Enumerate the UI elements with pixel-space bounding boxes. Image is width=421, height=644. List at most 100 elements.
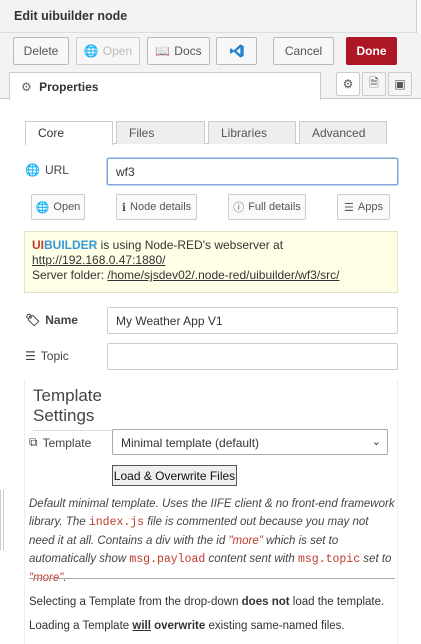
- name-input[interactable]: My Weather App V1: [107, 307, 398, 334]
- chevron-down-icon: ⌄: [371, 436, 381, 448]
- gear-icon: ⚙: [21, 80, 32, 94]
- description-button[interactable]: 🗎: [362, 72, 386, 96]
- template-select[interactable]: Minimal template (default) ⌄: [112, 429, 388, 455]
- done-button[interactable]: Done: [346, 37, 397, 65]
- server-folder-row: Server folder: /home/sjsdev02/.node-red/…: [32, 268, 390, 283]
- book-icon: 📖: [155, 44, 171, 58]
- open-url-label: Open: [53, 201, 81, 213]
- tag-icon: 🏷: [25, 313, 41, 327]
- gear-icon: ⚙: [342, 77, 354, 91]
- tab-files-label: Files: [129, 126, 155, 140]
- tab-core[interactable]: Core: [25, 121, 113, 145]
- apps-button[interactable]: ☰ Apps: [337, 194, 390, 220]
- server-folder-link[interactable]: /home/sjsdev02/.node-red/uibuilder/wf3/s…: [107, 268, 339, 282]
- template-note-2: Loading a Template will overwrite existi…: [29, 620, 345, 632]
- subtabs: Core Files Libraries Advanced: [25, 120, 387, 145]
- template-select-value: Minimal template (default): [121, 436, 260, 450]
- globe-icon: 🌐: [25, 163, 40, 177]
- note2-text-a: Loading a Template: [29, 620, 133, 632]
- node-details-button[interactable]: ℹ Node details: [116, 194, 197, 220]
- server-folder-label: Server folder:: [32, 268, 108, 282]
- tab-files[interactable]: Files: [116, 121, 205, 144]
- desc-code-payload: msg.payload: [129, 553, 206, 566]
- tab-core-label: Core: [38, 126, 65, 140]
- node-settings-button[interactable]: ⚙: [336, 72, 360, 96]
- open-url-button[interactable]: 🌐 Open: [31, 194, 85, 220]
- properties-tabbar: ⚙ Properties ⚙ 🗎 ▣: [0, 69, 421, 100]
- tab-libraries-label: Libraries: [221, 126, 268, 140]
- tab-advanced-label: Advanced: [312, 126, 366, 140]
- tab-advanced[interactable]: Advanced: [299, 121, 387, 144]
- url-input-value: wf3: [116, 165, 135, 179]
- full-details-button[interactable]: ⓘ Full details: [228, 194, 306, 220]
- url-label: 🌐 URL: [25, 163, 69, 177]
- open-button[interactable]: 🌐 Open: [76, 37, 140, 65]
- docs-button-label: Docs: [174, 44, 202, 58]
- globe-icon: 🌐: [83, 44, 99, 58]
- tab-properties-label: Properties: [39, 80, 99, 94]
- load-overwrite-label: Load & Overwrite Files: [113, 468, 236, 483]
- topic-label-text: Topic: [40, 349, 69, 363]
- delete-button[interactable]: Delete: [13, 37, 69, 65]
- topic-input[interactable]: [107, 343, 398, 370]
- frame-icon: ▣: [394, 77, 406, 91]
- vscode-icon: [229, 44, 244, 58]
- dialog-title-text: Edit uibuilder node: [14, 9, 128, 23]
- url-label-text: URL: [44, 163, 69, 177]
- brand-ui: UI: [32, 238, 44, 252]
- properties-panel: Core Files Libraries Advanced 🌐 URL wf3 …: [0, 100, 421, 644]
- desc-code-index-js: index.js: [88, 516, 145, 529]
- dialog-title: Edit uibuilder node: [0, 0, 421, 33]
- toolbar: Delete 🌐 Open 📖 Docs Cancel Done: [0, 33, 421, 69]
- note1-text-a: Selecting a Template from the drop-down: [29, 596, 242, 608]
- info-circle-icon: ⓘ: [233, 202, 245, 214]
- globe-icon: 🌐: [35, 201, 50, 214]
- template-description: Default minimal template. Uses the IIFE …: [29, 495, 395, 587]
- desc-text-5: set to: [360, 553, 392, 565]
- apps-label: Apps: [357, 201, 383, 213]
- windows-icon: ⧉: [29, 435, 38, 449]
- open-button-label: Open: [102, 44, 133, 58]
- desc-text-4: content sent with: [205, 553, 298, 565]
- cancel-button[interactable]: Cancel: [273, 37, 334, 65]
- server-url-row: http://192.168.0.47:1880/: [32, 253, 390, 268]
- server-info-text: is using Node-RED's webserver at: [97, 238, 284, 252]
- url-input[interactable]: wf3: [107, 158, 398, 185]
- full-details-label: Full details: [248, 201, 301, 213]
- divider: [29, 578, 395, 579]
- name-label: 🏷 Name: [25, 313, 78, 327]
- done-button-label: Done: [356, 44, 387, 58]
- name-input-value: My Weather App V1: [116, 314, 223, 328]
- tab-libraries[interactable]: Libraries: [208, 121, 296, 144]
- note1-bold: does not: [241, 596, 290, 608]
- vscode-button[interactable]: [216, 37, 257, 65]
- titlebar-edge: [416, 0, 421, 33]
- desc-quote-1: "more": [228, 535, 263, 547]
- tab-properties[interactable]: ⚙ Properties: [9, 72, 321, 100]
- docs-button[interactable]: 📖 Docs: [147, 37, 210, 65]
- list-icon: ☰: [344, 201, 354, 214]
- server-info-line1: UIBUILDER is using Node-RED's webserver …: [32, 238, 390, 253]
- name-label-text: Name: [45, 313, 78, 327]
- note1-text-c: load the template.: [289, 596, 385, 608]
- cancel-button-label: Cancel: [284, 44, 323, 58]
- list-icon: ☰: [25, 349, 36, 363]
- load-overwrite-button[interactable]: Load & Overwrite Files: [112, 465, 237, 486]
- template-settings-title: Template Settings: [33, 386, 167, 431]
- template-label-text: Template: [42, 435, 92, 450]
- desc-code-topic: msg.topic: [297, 553, 361, 566]
- document-icon: 🗎: [369, 75, 379, 90]
- info-icon: ℹ: [121, 201, 127, 214]
- template-note-1: Selecting a Template from the drop-down …: [29, 596, 384, 608]
- brand-builder: BUILDER: [44, 238, 98, 252]
- server-url-link[interactable]: http://192.168.0.47:1880/: [32, 253, 165, 267]
- note2-underline: will: [132, 620, 151, 632]
- appearance-button[interactable]: ▣: [388, 72, 412, 96]
- server-info-box: UIBUILDER is using Node-RED's webserver …: [24, 231, 398, 293]
- template-settings-section: Template Settings ⧉ Template Minimal tem…: [24, 380, 398, 644]
- note2-bold: overwrite: [154, 620, 206, 632]
- resize-grip[interactable]: [0, 490, 4, 550]
- topic-label: ☰ Topic: [25, 349, 69, 363]
- node-details-label: Node details: [130, 201, 192, 213]
- delete-button-label: Delete: [23, 44, 59, 58]
